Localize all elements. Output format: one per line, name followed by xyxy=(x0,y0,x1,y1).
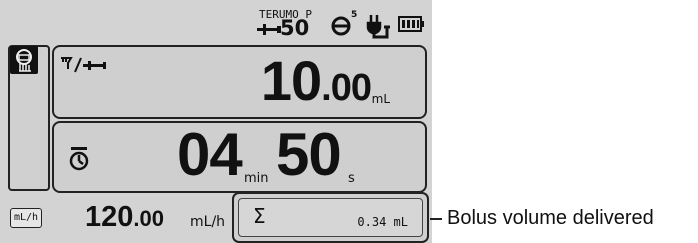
flow-rate-int: 120 xyxy=(85,201,134,233)
minutes-unit: min xyxy=(244,171,269,186)
infused-volume-unit: mL xyxy=(371,92,390,106)
remaining-minutes-value: 04 xyxy=(177,121,243,188)
infused-volume-value: 10.00 xyxy=(260,49,372,120)
flow-rate-unit: mL/h xyxy=(190,214,226,230)
remaining-seconds-value: 50 xyxy=(276,121,342,188)
syringe-size-value: 50 xyxy=(280,16,310,40)
infused-volume-decimal: .00 xyxy=(321,67,372,109)
infused-volume-int: 10 xyxy=(260,49,322,112)
status-bar: TERUMO P 50 5 xyxy=(0,0,432,43)
seconds-unit: s xyxy=(348,171,355,186)
volume-panel[interactable]: 10.00 mL xyxy=(52,45,427,119)
flow-rate-decimal: .00 xyxy=(133,206,164,231)
battery-icon xyxy=(398,16,424,32)
rate-unit-badge: mL/h xyxy=(10,208,42,228)
keypad-lock-icon[interactable] xyxy=(10,46,38,74)
occlusion-icon xyxy=(331,16,351,36)
flow-rate-value: 120.00 xyxy=(85,200,164,236)
timer-icon xyxy=(69,147,89,171)
syringe-icon xyxy=(257,24,281,35)
plug-icon xyxy=(366,15,390,39)
time-panel[interactable]: 04 min 50 s xyxy=(52,121,427,193)
infused-volume-icon xyxy=(61,57,106,73)
callout-label: Bolus volume delivered xyxy=(447,207,654,229)
callout-line xyxy=(430,218,442,220)
sigma-symbol: Σ xyxy=(253,204,266,228)
occlusion-level-value: 5 xyxy=(351,10,358,20)
bolus-volume-value: 0.34 mL xyxy=(357,215,408,229)
bolus-volume-box: Σ 0.34 mL xyxy=(232,192,429,243)
bolus-volume-display: Σ 0.34 mL xyxy=(238,198,423,237)
